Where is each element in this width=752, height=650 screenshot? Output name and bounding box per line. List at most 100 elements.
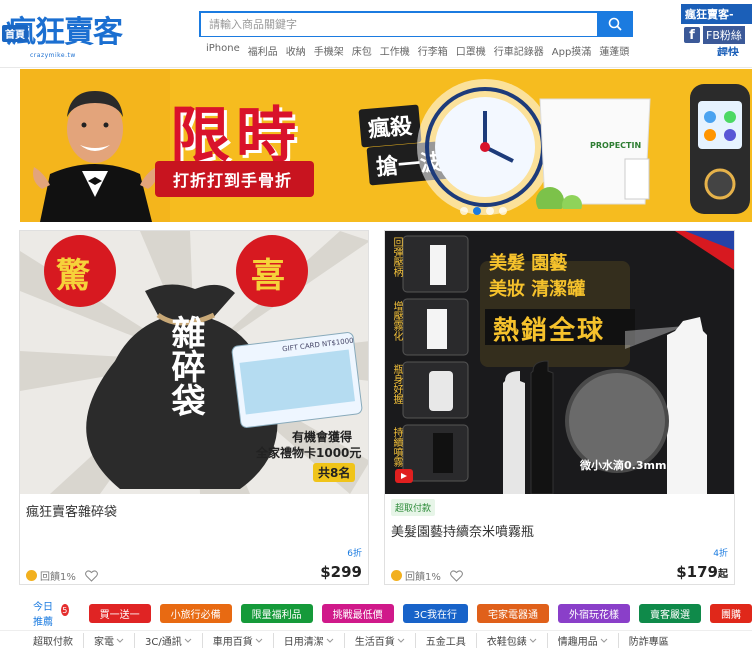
- chevron-down-icon: [116, 638, 124, 643]
- product-image: 回彈壓柄 增壓霧化 瓶身好握 持續噴霧 美髮 園藝 美妝 清潔罐 熱銷全球 微小…: [385, 231, 734, 494]
- cashback-info: 回饋1%: [26, 568, 98, 583]
- host-photo: [20, 69, 170, 222]
- banner-dot[interactable]: [460, 207, 468, 215]
- product-image: 驚 喜 雜碎袋 GIFT CARD NT$1000 有機會獲得 全家禮物卡100…: [20, 231, 368, 494]
- hot-keywords: iPhone 福利品 收納 手機架 床包 工作機 行李箱 口罩機 行車記錄器 A…: [206, 43, 629, 58]
- chevron-down-icon: [326, 638, 334, 643]
- hot-keyword[interactable]: 收納: [286, 43, 306, 58]
- facebook-promo-title: 瘋狂賣客-: [681, 4, 752, 24]
- category-label: 防詐專區: [628, 637, 669, 648]
- promo-tag[interactable]: 團購: [710, 603, 752, 623]
- promo-tag[interactable]: 外宿玩花樣: [558, 603, 630, 623]
- headline-2: 美妝 清潔罐: [489, 279, 586, 300]
- promo-tag[interactable]: 小旅行必備: [159, 603, 232, 623]
- product-title[interactable]: 瘋狂賣客雜碎袋: [26, 501, 117, 520]
- banner-dot[interactable]: [486, 207, 494, 215]
- surprise-badge-right: 喜: [251, 256, 285, 296]
- hero-banner[interactable]: 限時 打折打到手骨折 瘋殺 搶一波 PROPECTIN: [20, 69, 752, 222]
- price-value: $299: [320, 563, 362, 581]
- site-header: 首頁 瘋狂賣客 crazymike.tw iPhone 福利品 收納 手機架 床…: [0, 0, 752, 68]
- category-nav: 超取付款 家電 3C/通訊 車用百貨 日用清潔 生活百貨 五金工具 衣鞋包錶 情…: [0, 630, 752, 650]
- coin-icon: [26, 570, 37, 581]
- price-value: $179: [676, 563, 718, 581]
- search-box: [199, 11, 597, 37]
- category-item[interactable]: 家電: [83, 633, 134, 648]
- home-link[interactable]: 首頁: [2, 25, 28, 42]
- heart-icon[interactable]: [84, 569, 98, 582]
- feature-label: 回彈壓柄: [391, 237, 402, 277]
- category-item[interactable]: 生活百貨: [343, 633, 415, 648]
- chevron-down-icon: [600, 638, 608, 643]
- banner-dot[interactable]: [499, 207, 507, 215]
- product-price: $179起: [676, 563, 728, 581]
- category-label: 情趣用品: [557, 637, 598, 648]
- heart-icon[interactable]: [449, 569, 463, 582]
- banner-dot-active[interactable]: [473, 207, 481, 215]
- pickup-badge: 超取付款: [391, 499, 436, 516]
- facebook-icon: f: [684, 27, 700, 43]
- category-item[interactable]: 情趣用品: [546, 633, 618, 648]
- hot-keyword[interactable]: 床包: [352, 43, 372, 58]
- category-label: 衣鞋包錶: [486, 637, 527, 648]
- mist-label: 微小水滴0.3mm: [580, 459, 667, 472]
- product-card[interactable]: 驚 喜 雜碎袋 GIFT CARD NT$1000 有機會獲得 全家禮物卡100…: [19, 230, 369, 585]
- site-logo-subtitle: crazymike.tw: [30, 52, 76, 59]
- hot-keyword[interactable]: 蓮蓬頭: [599, 43, 629, 58]
- cashback-label: 回饋1%: [405, 572, 441, 583]
- recommended-count-badge: 5: [60, 604, 69, 616]
- category-label: 五金工具: [425, 637, 466, 648]
- category-item[interactable]: 衣鞋包錶: [475, 633, 547, 648]
- promo-tag[interactable]: 挑戰最低價: [321, 603, 394, 623]
- category-item[interactable]: 日用清潔: [272, 633, 344, 648]
- promo-tag[interactable]: 限量福利品: [240, 603, 313, 623]
- hot-keyword[interactable]: 手機架: [314, 43, 344, 58]
- promo-tag[interactable]: 買一送一: [88, 603, 151, 623]
- headline-1: 美髮 園藝: [489, 253, 568, 274]
- category-list: 超取付款 家電 3C/通訊 車用百貨 日用清潔 生活百貨 五金工具 衣鞋包錶 情…: [33, 633, 679, 648]
- hot-keyword[interactable]: 口罩機: [456, 43, 486, 58]
- product-card[interactable]: 回彈壓柄 增壓霧化 瓶身好握 持續噴霧 美髮 園藝 美妝 清潔罐 熱銷全球 微小…: [384, 230, 735, 585]
- chevron-down-icon: [397, 638, 405, 643]
- category-label: 車用百貨: [212, 637, 253, 648]
- hot-keyword[interactable]: App摸滿: [552, 43, 592, 58]
- promo-tag[interactable]: 賣客嚴選: [639, 603, 701, 623]
- chevron-down-icon: [255, 638, 263, 643]
- hot-keyword[interactable]: 工作機: [380, 43, 410, 58]
- price-suffix: 起: [718, 569, 728, 580]
- feature-label: 瓶身好握: [391, 364, 402, 404]
- category-label: 生活百貨: [354, 637, 395, 648]
- category-item[interactable]: 車用百貨: [201, 633, 273, 648]
- product-title[interactable]: 美髮園藝持續奈米噴霧瓶: [391, 521, 534, 540]
- coin-icon: [391, 570, 402, 581]
- recommended-title[interactable]: 今日推薦: [33, 598, 59, 628]
- category-item[interactable]: 五金工具: [414, 633, 476, 648]
- surprise-badge-left: 驚: [56, 256, 90, 296]
- promo-tag-list: 買一送一 小旅行必備 限量福利品 挑戰最低價 3C我在行 宅家電器通 外宿玩花樣…: [88, 603, 752, 623]
- promo-line-1: 有機會獲得: [292, 430, 353, 444]
- hot-keyword[interactable]: 福利品: [248, 43, 278, 58]
- headline-3: 熱銷全球: [493, 316, 606, 346]
- facebook-promo[interactable]: 瘋狂賣客- f FB粉絲 趕快: [681, 4, 752, 56]
- banner-ribbon: 打折打到手骨折: [155, 161, 315, 197]
- cashback-label: 回饋1%: [40, 572, 76, 583]
- search-input[interactable]: [201, 13, 597, 36]
- hot-keyword[interactable]: iPhone: [206, 43, 240, 58]
- recommended-tags-bar: 今日推薦 5 買一送一 小旅行必備 限量福利品 挑戰最低價 3C我在行 宅家電器…: [0, 598, 752, 628]
- product-image-title: 雜碎袋: [165, 315, 205, 417]
- promo-tag[interactable]: 宅家電器通: [477, 603, 549, 623]
- promo-line-3: 共8名: [313, 463, 356, 482]
- hot-keyword[interactable]: 行車記錄器: [494, 43, 544, 58]
- category-label: 家電: [94, 637, 114, 648]
- product-discount: 4折: [713, 549, 728, 559]
- hot-keyword[interactable]: 行李箱: [418, 43, 448, 58]
- category-item[interactable]: 超取付款: [33, 633, 83, 648]
- product-price: $299: [320, 563, 362, 581]
- category-item[interactable]: 3C/通訊: [134, 633, 202, 648]
- product-discount: 6折: [347, 549, 362, 559]
- banner-brand: PROPECTIN: [590, 141, 642, 150]
- search-button[interactable]: [597, 11, 633, 37]
- category-item[interactable]: 防詐專區: [617, 633, 679, 648]
- chevron-down-icon: [184, 638, 192, 643]
- promo-tag[interactable]: 3C我在行: [402, 603, 468, 623]
- category-label: 3C/通訊: [145, 637, 182, 648]
